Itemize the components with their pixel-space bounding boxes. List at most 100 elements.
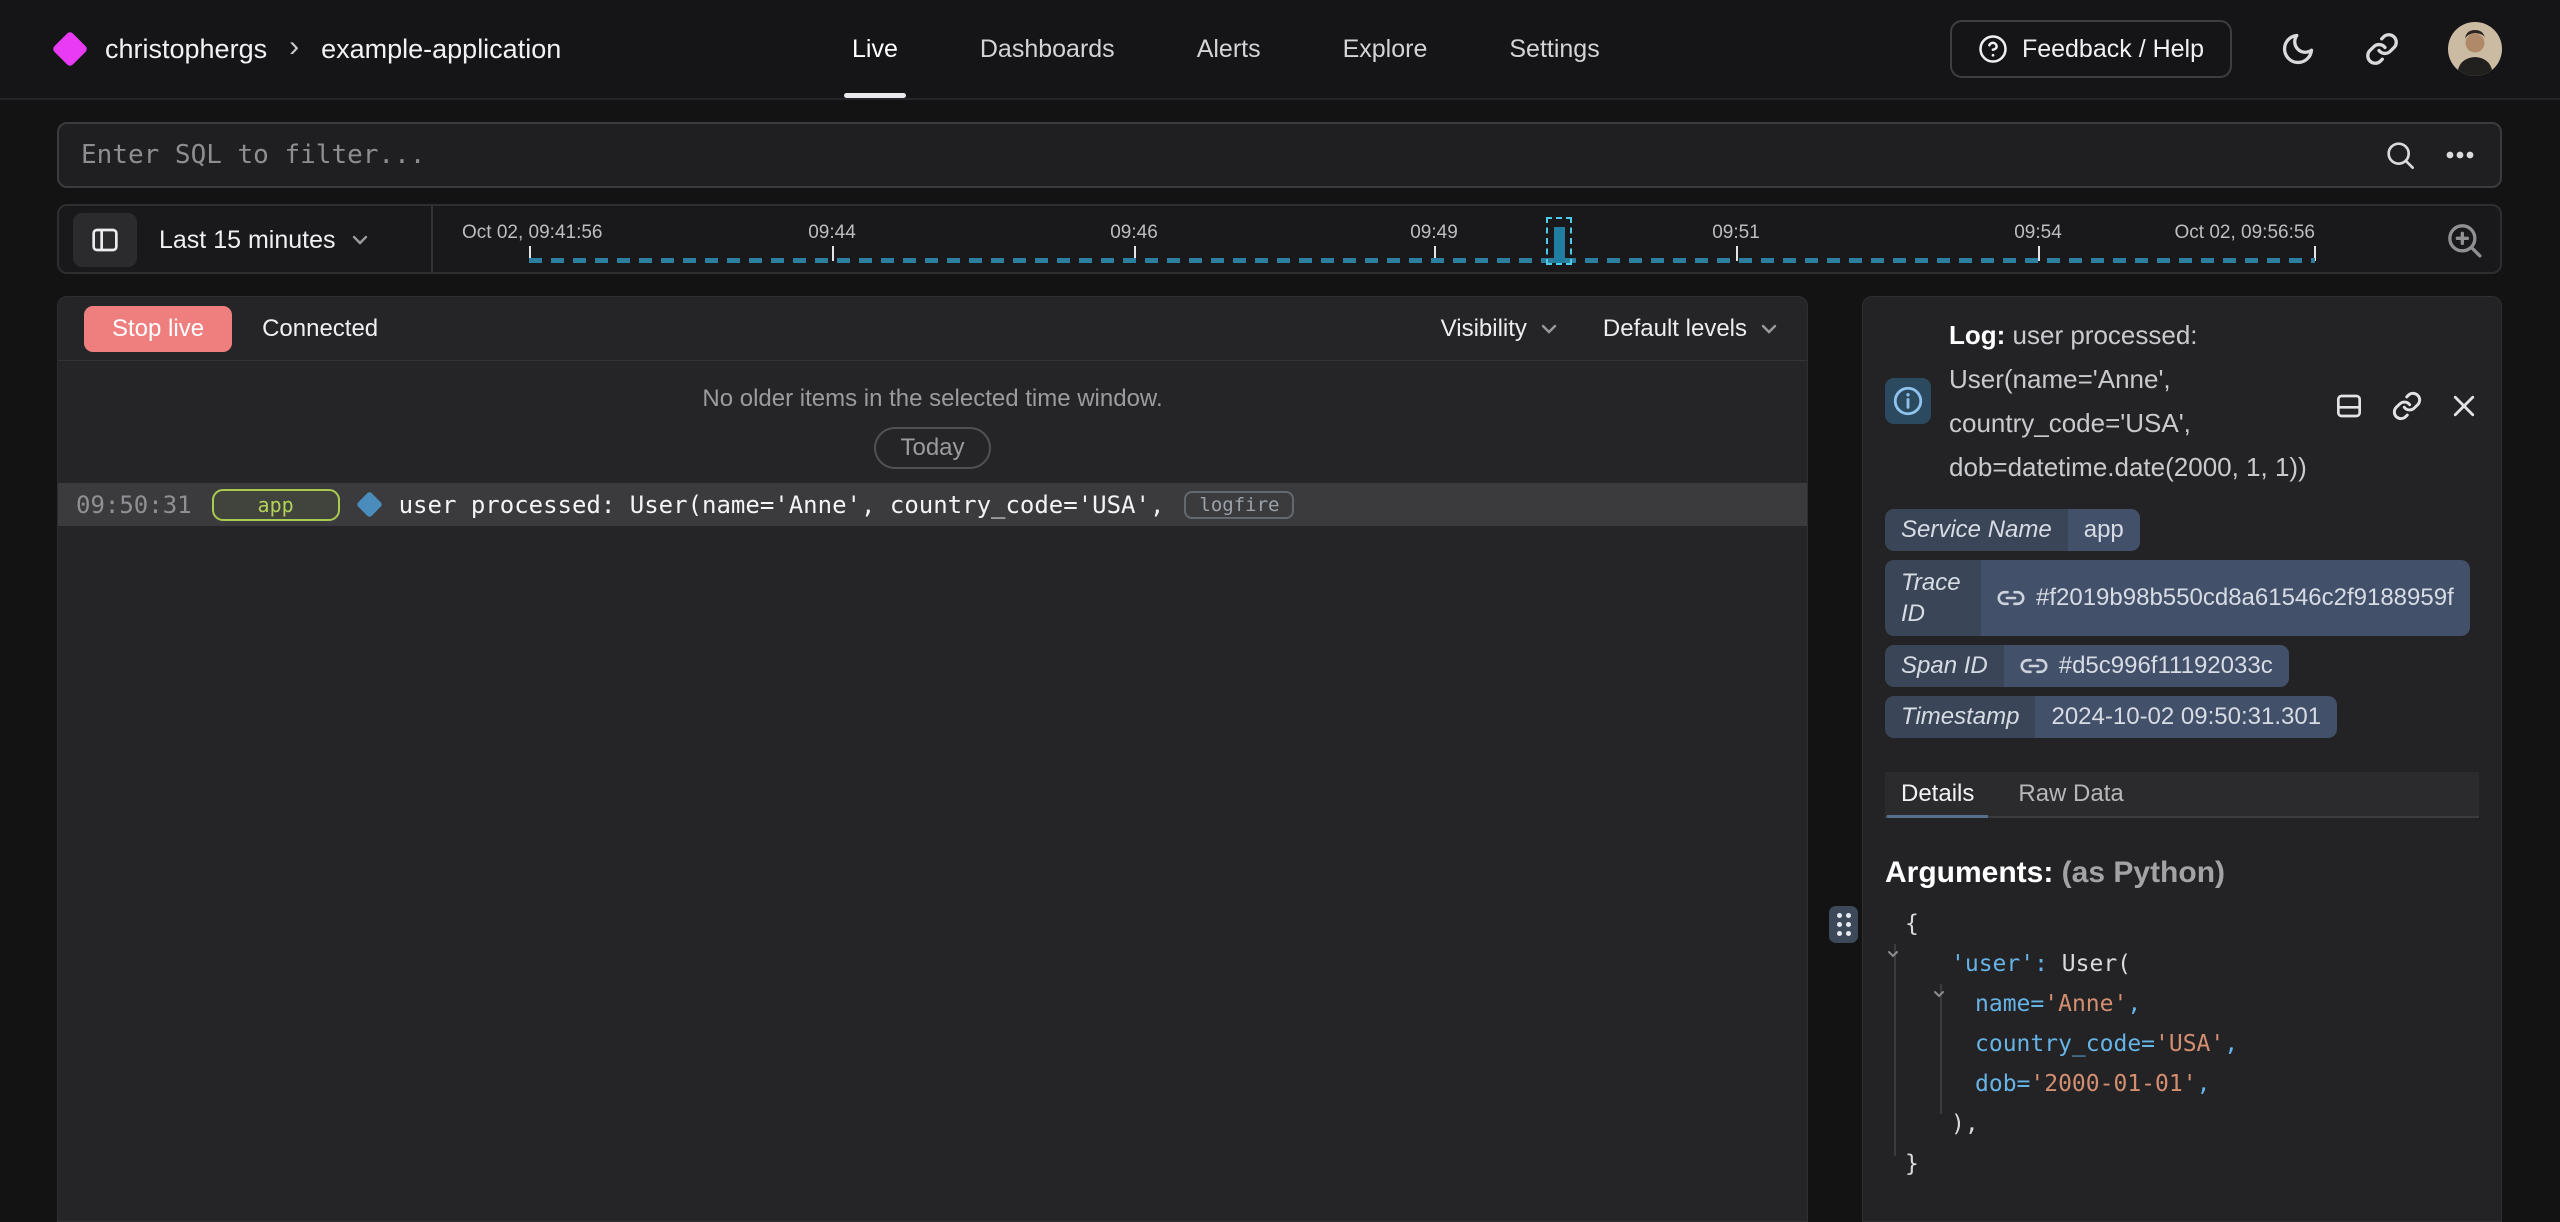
detail-fields: Service Name app Trace ID #f2019b98b550c… (1885, 509, 2479, 738)
tab-details[interactable]: Details (1901, 772, 1974, 816)
timeline-tick-label: 09:49 (1410, 222, 1458, 244)
timeline-tick-label: 09:44 (808, 222, 856, 244)
feedback-help-button[interactable]: Feedback / Help (1950, 20, 2232, 78)
breadcrumb-separator-icon: › (289, 32, 299, 62)
detail-tabs: Details Raw Data (1885, 772, 2479, 818)
code-line: { (1885, 904, 2479, 944)
empty-notice: No older items in the selected time wind… (58, 385, 1807, 413)
service-badge[interactable]: app (212, 489, 340, 521)
tab-dashboards[interactable]: Dashboards (980, 0, 1115, 98)
timeline-tick-label: 09:51 (1712, 222, 1760, 244)
arguments-subtitle: (as Python) (2053, 856, 2225, 889)
top-nav: christophergs › example-application Live… (0, 0, 2560, 100)
field-value: 2024-10-02 09:50:31.301 (2035, 696, 2337, 738)
more-options-icon[interactable] (2442, 139, 2478, 171)
question-circle-icon (1978, 34, 2008, 64)
code-line: 'user': User( (1885, 944, 2479, 984)
code-token: , (2197, 1071, 2211, 1097)
code-token: name= (1975, 991, 2044, 1017)
code-token: '2000-01-01' (2030, 1071, 2196, 1097)
detail-title-kind: Log: (1949, 320, 2005, 350)
chevron-down-icon (1757, 317, 1781, 341)
timeline-bar: Last 15 minutes Oct 02, 09:41:56 09:44 0… (57, 204, 2502, 274)
code-token: } (1905, 1151, 1919, 1177)
user-avatar[interactable] (2448, 22, 2502, 76)
breadcrumb-project[interactable]: example-application (321, 34, 561, 65)
code-token: 'Anne' (2044, 991, 2127, 1017)
tab-settings[interactable]: Settings (1509, 0, 1599, 98)
logfire-tag[interactable]: logfire (1184, 491, 1294, 519)
chevron-down-icon (1537, 317, 1561, 341)
timeline-activity-baseline (529, 258, 2315, 263)
code-line: ), (1885, 1104, 2479, 1144)
search-icon[interactable] (2384, 139, 2416, 171)
timeline-tick-label: 09:54 (2014, 222, 2062, 244)
empty-state: No older items in the selected time wind… (58, 385, 1807, 469)
log-row[interactable]: 09:50:31 app user processed: User(name='… (58, 483, 1807, 526)
code-token: , (2224, 1031, 2238, 1057)
code-line: name='Anne', (1885, 984, 2479, 1024)
tab-raw-data[interactable]: Raw Data (2018, 772, 2123, 816)
breadcrumb: christophergs › example-application (57, 34, 561, 65)
code-token: ), (1951, 1111, 1979, 1137)
default-levels-dropdown[interactable]: Default levels (1603, 315, 1781, 343)
field-value: #f2019b98b550cd8a61546c2f9188959f (2036, 584, 2454, 612)
field-value: #d5c996f11192033c (2059, 652, 2273, 680)
tab-explore[interactable]: Explore (1343, 0, 1428, 98)
code-line: country_code='USA', (1885, 1024, 2479, 1064)
default-levels-label: Default levels (1603, 315, 1747, 343)
log-detail-panel: Log: user processed: User(name='Anne', c… (1862, 296, 2502, 1222)
share-link-icon[interactable] (2364, 31, 2400, 67)
live-log-panel: Stop live Connected Visibility Default l… (57, 296, 1808, 1222)
panel-resize-grip[interactable] (1829, 906, 1858, 943)
timestamp-field: Timestamp 2024-10-02 09:50:31.301 (1885, 696, 2337, 738)
field-value: app (2068, 509, 2140, 551)
visibility-label: Visibility (1441, 315, 1527, 343)
sql-filter-input[interactable] (81, 140, 2384, 170)
code-line: dob='2000-01-01', (1885, 1064, 2479, 1104)
detail-header: Log: user processed: User(name='Anne', c… (1885, 313, 2479, 489)
log-timestamp: 09:50:31 (76, 491, 192, 519)
arguments-title: Arguments: (1885, 856, 2053, 889)
link-icon[interactable] (2020, 652, 2048, 680)
code-token: dob= (1975, 1071, 2030, 1097)
connection-status: Connected (262, 315, 378, 343)
copy-link-icon[interactable] (2391, 323, 2423, 489)
dock-panel-icon[interactable] (2333, 323, 2365, 489)
service-name-field: Service Name app (1885, 509, 2140, 551)
link-icon[interactable] (1997, 584, 2025, 612)
sql-filter-bar (57, 122, 2502, 188)
code-token: , (2127, 991, 2141, 1017)
tab-alerts[interactable]: Alerts (1197, 0, 1261, 98)
field-label: Span ID (1885, 645, 2004, 687)
timeline-tick-label: Oct 02, 09:56:56 (2175, 222, 2316, 244)
timeline-selection-box[interactable] (1546, 217, 1572, 265)
feedback-help-label: Feedback / Help (2022, 35, 2204, 64)
arguments-python-tree: { 'user': User( name='Anne', country_cod… (1885, 904, 2479, 1184)
detail-title: Log: user processed: User(name='Anne', c… (1949, 313, 2323, 489)
field-label: Service Name (1885, 509, 2068, 551)
timeline-tick-label: 09:46 (1110, 222, 1158, 244)
tab-live[interactable]: Live (852, 0, 898, 98)
live-panel-header: Stop live Connected Visibility Default l… (58, 297, 1807, 361)
field-label: Timestamp (1885, 696, 2035, 738)
code-token: 'USA' (2155, 1031, 2224, 1057)
zoom-in-icon[interactable] (2444, 220, 2484, 260)
stop-live-button[interactable]: Stop live (84, 306, 232, 352)
nav-right-cluster: Feedback / Help (1950, 0, 2502, 98)
span-id-field[interactable]: Span ID #d5c996f11192033c (1885, 645, 2289, 687)
field-label: Trace ID (1885, 560, 1981, 636)
code-token: country_code= (1975, 1031, 2155, 1057)
code-line: } (1885, 1144, 2479, 1184)
theme-toggle-moon-icon[interactable] (2280, 31, 2316, 67)
timeline-track[interactable]: Oct 02, 09:41:56 09:44 09:46 09:49 09:51… (59, 206, 2500, 272)
log-message: user processed: User(name='Anne', countr… (399, 491, 1165, 519)
breadcrumb-org[interactable]: christophergs (105, 34, 267, 65)
close-icon[interactable] (2449, 323, 2479, 489)
today-pill[interactable]: Today (874, 427, 990, 469)
trace-id-field[interactable]: Trace ID #f2019b98b550cd8a61546c2f918895… (1885, 560, 2470, 636)
main-tabs: Live Dashboards Alerts Explore Settings (852, 0, 1600, 98)
visibility-dropdown[interactable]: Visibility (1441, 315, 1561, 343)
logfire-logo-icon[interactable] (52, 31, 89, 68)
log-level-diamond-icon (356, 491, 383, 518)
